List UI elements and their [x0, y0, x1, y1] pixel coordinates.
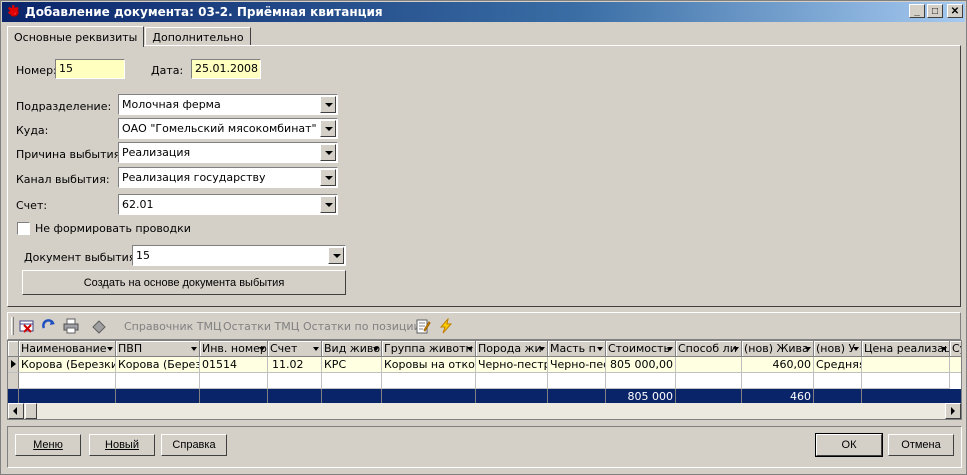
col-header[interactable]: Масть п	[548, 341, 606, 357]
lightning-icon[interactable]	[438, 318, 454, 334]
chevron-down-icon[interactable]	[328, 247, 344, 264]
col-header[interactable]: Порода жи	[476, 341, 548, 357]
division-label: Подразделение:	[16, 100, 112, 113]
empty-row	[8, 373, 961, 389]
reason-label: Причина выбытия:	[16, 148, 124, 161]
chevron-down-icon[interactable]	[320, 96, 336, 113]
edit-document-icon[interactable]	[415, 318, 431, 334]
print-icon[interactable]	[63, 318, 79, 334]
cell-inv-number[interactable]: 01514	[200, 357, 268, 373]
bottom-button-bar: Меню Новый Справка ОК Отмена	[7, 426, 962, 468]
dialog-window: Добавление документа: 03-2. Приёмная кви…	[0, 0, 967, 475]
cell-account[interactable]: 11.02	[268, 357, 322, 373]
chevron-down-icon[interactable]	[320, 120, 336, 137]
date-field[interactable]: 25.01.2008	[191, 59, 261, 79]
cell-color[interactable]: Черно-пест	[548, 357, 606, 373]
cell-name[interactable]: Корова (Березки)	[19, 357, 116, 373]
stamp-icon[interactable]	[91, 318, 107, 334]
table-row[interactable]: Корова (Березки) Корова (Березки) 01514 …	[8, 357, 961, 373]
scroll-left-button[interactable]	[8, 403, 24, 419]
title-bar: Добавление документа: 03-2. Приёмная кви…	[2, 2, 965, 22]
grid-toolbar: Справочник ТМЦ Остатки ТМЦ Остатки по по…	[7, 312, 961, 340]
row-indicator	[8, 357, 19, 373]
disposal-doc-value: 15	[136, 249, 150, 262]
col-header[interactable]: Наименование	[19, 341, 116, 357]
no-postings-label: Не формировать проводки	[35, 222, 191, 235]
disposal-doc-combo[interactable]: 15	[132, 245, 346, 266]
ref-tmc-button[interactable]: Справочник ТМЦ	[124, 320, 222, 333]
col-header[interactable]: Вид живо	[322, 341, 382, 357]
cell-group[interactable]: Коровы на откорм	[382, 357, 476, 373]
header-indicator	[8, 341, 19, 357]
reason-value: Реализация	[122, 146, 191, 159]
channel-value: Реализация государству	[122, 171, 266, 184]
app-icon	[7, 2, 21, 20]
account-label: Счет:	[16, 199, 48, 212]
col-header[interactable]: Способ ли	[676, 341, 742, 357]
channel-combo[interactable]: Реализация государству	[118, 167, 338, 188]
refresh-icon[interactable]	[41, 318, 57, 334]
reason-combo[interactable]: Реализация	[118, 142, 338, 163]
rest-tmc-button[interactable]: Остатки ТМЦ	[223, 320, 299, 333]
horizontal-scrollbar[interactable]	[8, 403, 961, 419]
account-value: 62.01	[122, 198, 154, 211]
date-label: Дата:	[151, 64, 184, 77]
menu-button[interactable]: Меню	[15, 434, 81, 456]
maximize-button[interactable]: □	[927, 4, 943, 18]
tab-additional[interactable]: Дополнительно	[145, 27, 251, 46]
help-button[interactable]: Справка	[161, 434, 227, 456]
cell-kind[interactable]: КРС	[322, 357, 382, 373]
number-field[interactable]: 15	[55, 59, 125, 79]
no-postings-checkbox[interactable]	[17, 222, 30, 235]
create-from-disposal-button[interactable]: Создать на основе документа выбытия	[22, 270, 346, 295]
col-header[interactable]: Группа животн	[382, 341, 476, 357]
tab-main[interactable]: Основные реквизиты	[7, 26, 145, 47]
cell-breed[interactable]: Черно-пестра	[476, 357, 548, 373]
cell-pvp[interactable]: Корова (Березки)	[116, 357, 200, 373]
window-title: Добавление документа: 03-2. Приёмная кви…	[25, 5, 383, 19]
cell-sale-price[interactable]	[862, 357, 950, 373]
col-header[interactable]: ПВП	[116, 341, 200, 357]
grid-header: Наименование ПВП Инв. номер Счет Вид жив…	[8, 341, 961, 357]
col-header[interactable]: Стоимость	[606, 341, 676, 357]
chevron-down-icon[interactable]	[320, 169, 336, 186]
cell-live-weight[interactable]: 460,00	[742, 357, 814, 373]
col-header[interactable]: Счет	[268, 341, 322, 357]
dest-combo[interactable]: ОАО "Гомельский мясокомбинат"	[118, 118, 338, 139]
col-header[interactable]: (нов) Жива	[742, 341, 814, 357]
chevron-down-icon[interactable]	[320, 144, 336, 161]
tab-strip: Основные реквизиты Дополнительно	[7, 26, 252, 47]
dest-value: ОАО "Гомельский мясокомбинат"	[122, 122, 317, 135]
delete-row-icon[interactable]	[19, 318, 35, 334]
division-combo[interactable]: Молочная ферма	[118, 94, 338, 115]
col-header[interactable]: Инв. номер	[200, 341, 268, 357]
number-label: Номер:	[16, 64, 57, 77]
chevron-down-icon[interactable]	[320, 196, 336, 213]
tab-panel-main: Номер: 15 Дата: 25.01.2008 Подразделение…	[7, 45, 961, 307]
toolbar-grip	[11, 317, 14, 335]
account-combo[interactable]: 62.01	[118, 194, 338, 215]
division-value: Молочная ферма	[122, 98, 221, 111]
scroll-right-button[interactable]	[945, 403, 961, 419]
items-grid[interactable]: Наименование ПВП Инв. номер Счет Вид жив…	[7, 340, 962, 420]
disposal-doc-label: Документ выбытия:	[24, 251, 140, 264]
dest-label: Куда:	[16, 124, 49, 137]
new-button[interactable]: Новый	[89, 434, 155, 456]
col-header[interactable]: (нов) У	[814, 341, 862, 357]
cell-sum[interactable]	[950, 357, 961, 373]
channel-label: Канал выбытия:	[16, 173, 110, 186]
minimize-button[interactable]: _	[909, 4, 925, 18]
cell-cost[interactable]: 805 000,00	[606, 357, 676, 373]
rest-position-button[interactable]: Остатки по позиции	[303, 320, 421, 333]
cancel-button[interactable]: Отмена	[888, 434, 954, 456]
scroll-thumb[interactable]	[25, 403, 37, 419]
cell-fatness[interactable]: Средняя	[814, 357, 862, 373]
col-header[interactable]: Су	[950, 341, 961, 357]
cell-method[interactable]	[676, 357, 742, 373]
close-button[interactable]: ✕	[947, 4, 963, 18]
col-header[interactable]: Цена реализац	[862, 341, 950, 357]
ok-button[interactable]: ОК	[815, 433, 883, 457]
